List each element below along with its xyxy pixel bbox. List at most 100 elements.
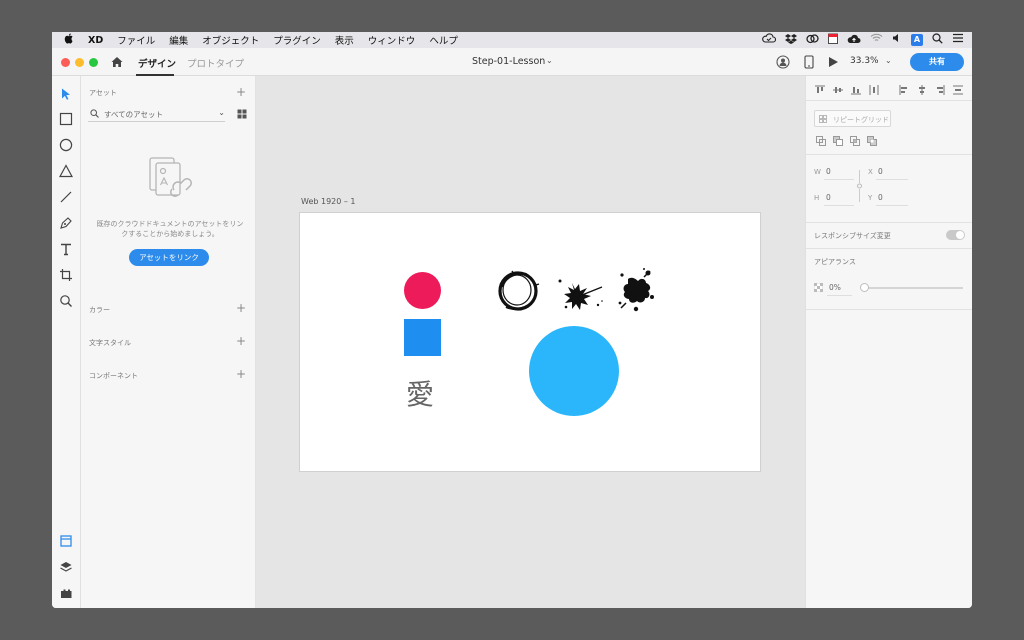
linked-document-illustration-icon	[149, 157, 192, 197]
chevron-down-icon[interactable]: ⌄	[546, 56, 553, 65]
select-tool-icon[interactable]	[59, 87, 73, 101]
window-close-button[interactable]	[61, 58, 70, 67]
brush-ring-graphic[interactable]	[496, 267, 540, 313]
y-field[interactable]: 0	[878, 193, 883, 202]
volume-icon[interactable]	[892, 33, 902, 47]
align-center-icon[interactable]	[917, 85, 927, 95]
zoom-chevron-down-icon[interactable]: ⌄	[885, 56, 892, 65]
grid-view-icon[interactable]	[237, 109, 247, 119]
repeat-grid-button[interactable]: リピートグリッド	[814, 110, 891, 127]
input-method-icon[interactable]: A	[911, 34, 923, 46]
align-middle-icon[interactable]	[833, 85, 843, 95]
rectangle-tool-icon[interactable]	[59, 112, 73, 126]
artboard-name[interactable]: Web 1920 – 1	[301, 197, 356, 206]
window-minimize-button[interactable]	[75, 58, 84, 67]
align-top-icon[interactable]	[815, 85, 825, 95]
layers-panel-icon[interactable]	[59, 560, 73, 574]
polygon-tool-icon[interactable]	[59, 164, 73, 178]
menu-help[interactable]: ヘルプ	[429, 33, 458, 47]
assets-panel-icon[interactable]	[59, 534, 73, 548]
distribute-horizontal-icon[interactable]	[953, 85, 963, 95]
document-title[interactable]: Step-01-Lesson	[472, 56, 545, 67]
menu-app-xd[interactable]: XD	[88, 35, 103, 46]
artboard[interactable]: 愛	[299, 212, 761, 472]
divider	[806, 248, 972, 249]
design-canvas[interactable]: Web 1920 – 1 愛	[256, 76, 805, 608]
x-field[interactable]: 0	[878, 167, 883, 176]
height-field[interactable]: 0	[826, 193, 831, 202]
window-maximize-button[interactable]	[89, 58, 98, 67]
lock-aspect-link-icon[interactable]	[857, 170, 862, 202]
tab-prototype[interactable]: プロトタイプ	[187, 56, 244, 70]
appearance-label: アピアランス	[814, 258, 856, 266]
add-color-plus-icon[interactable]: +	[236, 302, 246, 314]
section-character-styles[interactable]: 文字スタイル	[89, 338, 131, 348]
blue-square-shape[interactable]	[404, 319, 441, 356]
link-assets-button[interactable]: アセットをリンク	[129, 249, 209, 266]
opacity-slider-track[interactable]	[862, 287, 963, 289]
artboard-tool-icon[interactable]	[59, 268, 73, 282]
add-character-style-plus-icon[interactable]: +	[236, 335, 246, 347]
menu-object[interactable]: オブジェクト	[202, 33, 259, 47]
wifi-icon[interactable]	[870, 33, 883, 47]
home-icon[interactable]	[110, 55, 124, 69]
align-bottom-icon[interactable]	[851, 85, 861, 95]
height-label: H	[814, 194, 820, 202]
menu-plugins[interactable]: プラグイン	[273, 33, 321, 47]
share-button[interactable]: 共有	[910, 53, 964, 71]
ink-splatter-large-graphic[interactable]	[614, 267, 656, 313]
spotlight-search-icon[interactable]	[932, 32, 943, 48]
align-right-icon[interactable]	[935, 85, 945, 95]
y-field-underline	[876, 205, 908, 206]
divider	[806, 309, 972, 310]
align-left-icon[interactable]	[899, 85, 909, 95]
menu-window[interactable]: ウィンドウ	[368, 33, 416, 47]
ellipse-tool-icon[interactable]	[59, 138, 73, 152]
width-field[interactable]: 0	[826, 167, 831, 176]
distribute-vertical-icon[interactable]	[869, 85, 879, 95]
control-center-icon[interactable]	[952, 33, 964, 47]
ink-splatter-graphic[interactable]	[554, 273, 606, 313]
width-label: W	[814, 168, 821, 176]
calendar-icon[interactable]	[828, 33, 838, 48]
plugins-panel-icon[interactable]	[59, 586, 73, 600]
section-components[interactable]: コンポーネント	[89, 371, 138, 381]
section-colors[interactable]: カラー	[89, 305, 110, 315]
text-tool-icon[interactable]	[59, 242, 73, 256]
kanji-text-layer[interactable]: 愛	[406, 373, 434, 413]
creative-cloud-icon[interactable]	[806, 33, 819, 48]
x-field-underline	[876, 179, 908, 180]
add-asset-plus-icon[interactable]: +	[236, 86, 246, 98]
opacity-field[interactable]: 0%	[829, 283, 841, 292]
asset-search-input[interactable]: すべてのアセット ⌄	[88, 106, 225, 122]
play-preview-icon[interactable]	[827, 56, 839, 68]
dropbox-icon[interactable]	[785, 33, 797, 48]
menu-file[interactable]: ファイル	[117, 33, 155, 47]
assets-empty-message: 既存のクラウドドキュメントのアセットをリンクすることから始めましょう。	[96, 220, 244, 238]
user-account-icon[interactable]	[776, 55, 790, 69]
menubar-status-area: A	[762, 32, 964, 48]
responsive-resize-toggle[interactable]	[946, 230, 965, 240]
tab-design[interactable]: デザイン	[138, 56, 176, 70]
mobile-preview-icon[interactable]	[804, 55, 814, 69]
asset-filter-chevron-icon[interactable]: ⌄	[218, 108, 225, 117]
mac-menubar: XD ファイル 編集 オブジェクト プラグイン 表示 ウィンドウ ヘルプ A	[52, 32, 972, 48]
pen-tool-icon[interactable]	[59, 216, 73, 230]
boolean-add-icon[interactable]	[816, 136, 826, 146]
cloud-upload-icon[interactable]	[847, 33, 861, 48]
pink-circle-shape[interactable]	[404, 272, 441, 309]
tool-bar	[52, 76, 81, 608]
boolean-subtract-icon[interactable]	[833, 136, 843, 146]
opacity-slider-knob[interactable]	[860, 283, 869, 292]
apple-icon[interactable]	[64, 33, 78, 47]
boolean-exclude-icon[interactable]	[867, 136, 877, 146]
cyan-circle-shape[interactable]	[529, 326, 619, 416]
zoom-level[interactable]: 33.3%	[850, 56, 879, 66]
line-tool-icon[interactable]	[59, 190, 73, 204]
creative-cloud-sync-icon[interactable]	[762, 32, 777, 48]
zoom-tool-icon[interactable]	[59, 294, 73, 308]
add-component-plus-icon[interactable]: +	[236, 368, 246, 380]
boolean-intersect-icon[interactable]	[850, 136, 860, 146]
menu-edit[interactable]: 編集	[169, 33, 188, 47]
menu-view[interactable]: 表示	[335, 33, 354, 47]
